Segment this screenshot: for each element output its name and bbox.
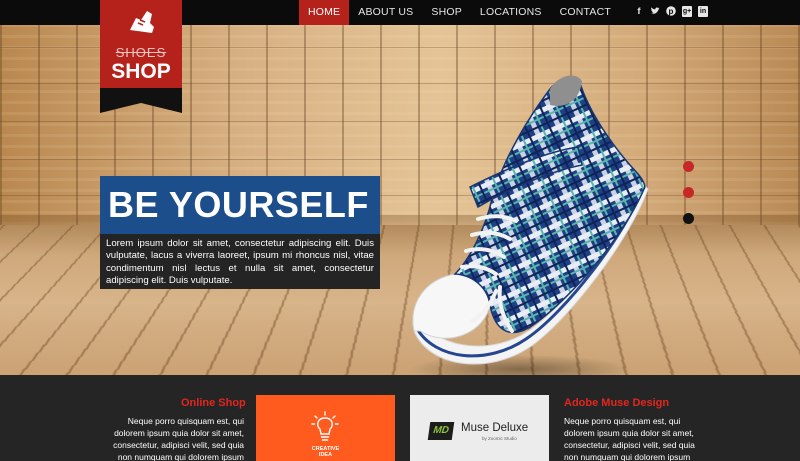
site-logo[interactable]: SHOES SHOP (100, 0, 182, 113)
social-links: f p g+ in (634, 6, 708, 17)
twitter-icon[interactable] (650, 6, 660, 17)
muse-deluxe-subtitle: by Zoomic Studio (482, 436, 517, 441)
nav-home[interactable]: HOME (298, 0, 350, 25)
adobe-muse-text: Neque porro quisquam est, qui dolorem ip… (564, 416, 695, 461)
nav-shop[interactable]: SHOP (422, 0, 471, 25)
features-section: Online Shop Neque porro quisquam est, qu… (0, 375, 800, 461)
svg-text:p: p (669, 7, 674, 16)
creative-idea-card[interactable]: CREATIVE IDEA (256, 395, 395, 461)
slider-dot-3[interactable] (683, 213, 694, 224)
facebook-icon[interactable]: f (634, 6, 644, 17)
logo-shop-text: SHOP (111, 60, 171, 83)
hero-headline: BE YOURSELF (100, 176, 380, 234)
slider-dots (683, 161, 694, 239)
muse-deluxe-logo-icon: MD (427, 422, 455, 440)
sneaker-image (410, 75, 649, 375)
slider-dot-2[interactable] (683, 187, 694, 198)
shoe-logo-icon (130, 11, 154, 33)
slider-dot-1[interactable] (683, 161, 694, 172)
pinterest-icon[interactable]: p (666, 6, 676, 17)
adobe-muse-title: Adobe Muse Design (564, 397, 670, 409)
muse-deluxe-name: Muse Deluxe (461, 422, 529, 434)
logo-shoes-text: SHOES (115, 45, 167, 60)
lightbulb-icon (311, 411, 339, 441)
main-nav: HOME ABOUT US SHOP LOCATIONS CONTACT (298, 0, 620, 25)
nav-about-us[interactable]: ABOUT US (349, 0, 422, 25)
nav-locations[interactable]: LOCATIONS (471, 0, 551, 25)
online-shop-text: Neque porro quisquam est, qui dolorem ip… (113, 416, 244, 461)
creative-idea-label: CREATIVE IDEA (311, 446, 340, 458)
nav-contact[interactable]: CONTACT (551, 0, 620, 25)
linkedin-icon[interactable]: in (698, 6, 708, 17)
online-shop-title: Online Shop (181, 397, 246, 409)
hero-intro-text: Lorem ipsum dolor sit amet, consectetur … (100, 234, 380, 289)
muse-deluxe-card[interactable]: MD Muse Deluxe by Zoomic Studio (410, 395, 549, 461)
google-plus-icon[interactable]: g+ (682, 6, 692, 17)
